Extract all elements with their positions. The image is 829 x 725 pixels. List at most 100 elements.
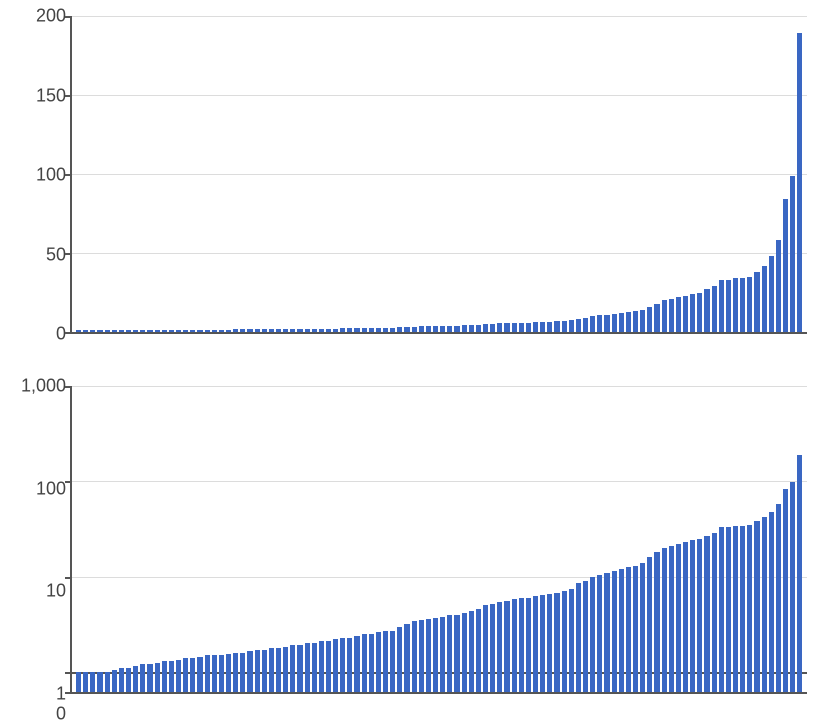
bar	[533, 322, 538, 332]
bar	[540, 595, 545, 672]
bar	[269, 648, 274, 672]
bar	[554, 321, 559, 332]
plot-area-linear	[70, 16, 807, 334]
bar	[319, 329, 324, 332]
bar	[654, 552, 659, 672]
bar	[704, 536, 709, 672]
bar	[440, 326, 445, 332]
bar	[526, 598, 531, 672]
bar	[419, 326, 424, 332]
bar	[540, 322, 545, 332]
bar	[562, 672, 567, 692]
y-tick	[65, 16, 72, 18]
bar	[519, 672, 524, 692]
bar	[676, 544, 681, 672]
bar	[669, 672, 674, 692]
bar	[340, 328, 345, 332]
bar	[454, 672, 459, 692]
bar	[290, 672, 295, 692]
bar	[619, 672, 624, 692]
bar	[297, 329, 302, 332]
bar	[197, 330, 202, 332]
bar	[112, 330, 117, 332]
bar	[297, 672, 302, 692]
bar	[219, 330, 224, 332]
bar	[747, 277, 752, 332]
bar	[762, 672, 767, 692]
bar	[783, 672, 788, 692]
bar	[97, 330, 102, 332]
bar	[612, 571, 617, 672]
y-tick-label: 200	[16, 6, 66, 27]
bar	[290, 645, 295, 672]
bar	[504, 323, 509, 332]
bar	[490, 604, 495, 672]
bar	[647, 307, 652, 332]
bar	[754, 272, 759, 332]
bar	[276, 648, 281, 672]
bar	[633, 566, 638, 672]
bar	[690, 294, 695, 332]
bar	[647, 557, 652, 672]
bar	[147, 672, 152, 692]
y-tick-label: 1	[16, 684, 66, 705]
bar	[119, 330, 124, 332]
bar	[497, 323, 502, 332]
bar	[547, 594, 552, 672]
bar	[269, 672, 274, 692]
y-tick	[65, 577, 72, 579]
bar	[547, 322, 552, 332]
bar	[376, 632, 381, 672]
bar	[333, 672, 338, 692]
bar	[147, 664, 152, 672]
bar	[547, 672, 552, 692]
bar	[97, 672, 102, 692]
bar	[526, 323, 531, 332]
bar	[276, 329, 281, 332]
bar	[240, 653, 245, 672]
bar	[704, 672, 709, 692]
y-tick	[65, 332, 72, 334]
bar	[754, 521, 759, 672]
bar	[362, 328, 367, 332]
bar	[733, 278, 738, 332]
bar	[619, 569, 624, 672]
bar	[76, 330, 81, 332]
bar	[212, 672, 217, 692]
chart-panel-log: 1,000 100 10 1 0	[12, 380, 817, 700]
bar	[162, 330, 167, 332]
bar	[676, 672, 681, 692]
bar	[140, 672, 145, 692]
bar	[719, 280, 724, 332]
bar	[662, 300, 667, 332]
bar	[676, 297, 681, 332]
bar	[740, 672, 745, 692]
bar	[226, 672, 231, 692]
bar	[640, 672, 645, 692]
bar	[576, 672, 581, 692]
bar	[255, 672, 260, 692]
bar	[155, 330, 160, 332]
bar	[583, 318, 588, 332]
bar	[454, 326, 459, 332]
bar	[783, 199, 788, 332]
bar	[247, 672, 252, 692]
bar	[669, 299, 674, 332]
bar	[126, 672, 131, 692]
bar	[247, 329, 252, 332]
bar	[712, 672, 717, 692]
bar	[619, 313, 624, 332]
bar	[762, 266, 767, 332]
bar	[412, 672, 417, 692]
bar	[576, 319, 581, 332]
y-tick-label: 0	[16, 324, 66, 345]
bar	[690, 672, 695, 692]
bar	[790, 672, 795, 692]
bar	[733, 672, 738, 692]
bar	[747, 525, 752, 672]
bar	[390, 328, 395, 332]
bar	[262, 650, 267, 672]
bar	[212, 655, 217, 672]
y-tick-label: 100	[16, 478, 66, 499]
bar	[747, 672, 752, 692]
